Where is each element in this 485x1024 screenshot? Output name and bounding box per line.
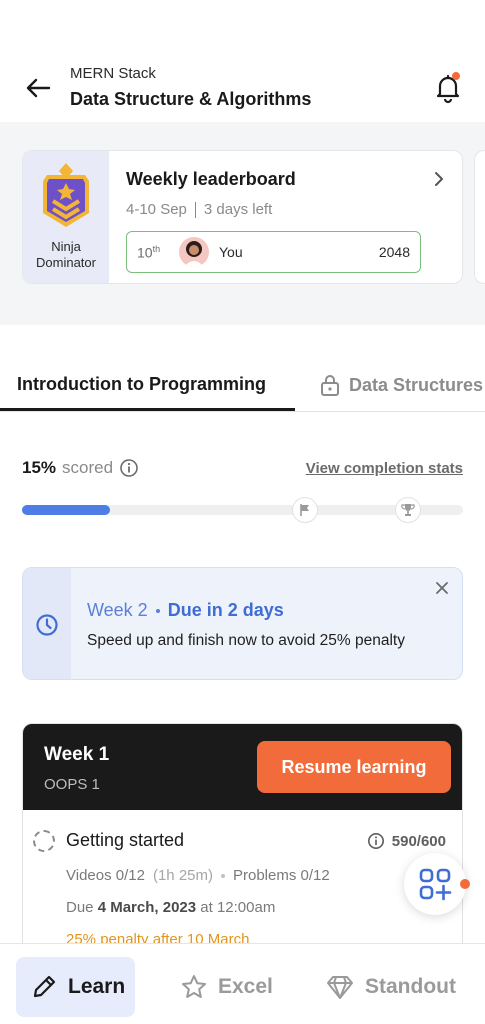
resume-learning-button[interactable]: Resume learning [257, 741, 451, 793]
week-card: Week 1 OOPS 1 Resume learning Getting st… [22, 723, 463, 963]
avatar [179, 237, 209, 267]
user-name: You [219, 244, 243, 260]
module-status-icon [33, 830, 55, 852]
arrow-left-icon [26, 78, 51, 98]
milestone-trophy [395, 497, 421, 523]
rank-number: 10 [137, 244, 153, 261]
module-title[interactable]: Getting started [66, 830, 184, 851]
trophy-icon [401, 504, 415, 516]
grid-add-icon [419, 868, 452, 901]
notice-heading: Week 2 Due in 2 days [87, 600, 284, 621]
tab-introduction-to-programming[interactable]: Introduction to Programming [17, 374, 266, 395]
bottom-navigation: Learn Excel Standout [0, 943, 485, 1024]
notifications-button[interactable] [432, 72, 464, 104]
star-icon [182, 975, 206, 998]
notification-dot [452, 72, 460, 80]
due-date: 4 March, 2023 [97, 899, 197, 916]
user-rank: 10th [137, 244, 160, 261]
nav-standout-label: Standout [365, 975, 456, 998]
badge-label: Ninja Dominator [36, 239, 96, 270]
module-tabs: Introduction to Programming Data Structu… [0, 360, 485, 412]
close-icon[interactable] [434, 580, 450, 596]
page-title: Data Structure & Algorithms [70, 89, 312, 109]
counts-separator [221, 873, 225, 878]
user-score: 2048 [378, 244, 410, 260]
videos-count: Videos 0/12 [66, 867, 145, 884]
week-subtitle: OOPS 1 [44, 776, 100, 793]
lock-icon [321, 375, 339, 396]
active-tab-indicator [0, 408, 295, 411]
rank-badge: Ninja Dominator [23, 151, 109, 283]
nav-learn-label: Learn [68, 975, 126, 998]
notice-message: Speed up and finish now to avoid 25% pen… [87, 632, 405, 649]
top-header: MERN Stack Data Structure & Algorithms [0, 0, 485, 122]
next-card-peek[interactable] [474, 150, 485, 284]
progress-fill [22, 505, 111, 515]
user-rank-row: 10th You 2048 [126, 231, 421, 273]
due-suffix: at 12:00am [200, 899, 276, 916]
score-label: scored [62, 458, 114, 477]
info-icon[interactable] [367, 832, 385, 850]
notice-due: Due in 2 days [167, 600, 284, 620]
chevron-right-icon[interactable] [431, 171, 447, 187]
progress-bar [22, 497, 463, 523]
clock-icon [36, 613, 58, 636]
module-counts: Videos 0/12 (1h 25m) Problems 0/12 [66, 867, 330, 884]
tab-label: Data Structures [349, 374, 484, 395]
nav-standout[interactable]: Standout [325, 957, 456, 1017]
videos-duration: (1h 25m) [152, 867, 213, 884]
points-value: 590/600 [391, 832, 446, 850]
meta-divider [194, 201, 196, 218]
nav-learn[interactable]: Learn [16, 957, 135, 1017]
notice-icon-panel [23, 568, 71, 679]
leaderboard-meta: 4-10 Sep 3 days left [126, 201, 272, 218]
week-header: Week 1 OOPS 1 Resume learning [23, 724, 462, 810]
leaderboard-section: Ninja Dominator Weekly leaderboard 4-10 … [0, 122, 485, 325]
flag-icon [300, 504, 309, 516]
due-notice: Week 2 Due in 2 days Speed up and finish… [22, 567, 463, 680]
fab-notification-dot [460, 879, 470, 889]
milestone-flag [292, 497, 318, 523]
nav-excel-label: Excel [218, 975, 273, 998]
info-icon[interactable] [119, 458, 139, 478]
due-prefix: Due [66, 899, 94, 916]
tab-data-structures[interactable]: Data Structures [320, 374, 483, 396]
rank-suffix: th [152, 244, 161, 254]
module-due: Due 4 March, 2023 at 12:00am [66, 899, 275, 916]
back-button[interactable] [22, 72, 54, 104]
date-range: 4-10 Sep [126, 201, 187, 218]
ninja-badge-icon [43, 163, 89, 227]
diamond-icon [327, 976, 353, 999]
pencil-icon [33, 975, 56, 998]
nav-excel[interactable]: Excel [180, 957, 273, 1017]
problems-count: Problems 0/12 [233, 867, 330, 884]
week-title: Week 1 [44, 744, 110, 765]
leaderboard-card[interactable]: Ninja Dominator Weekly leaderboard 4-10 … [22, 150, 463, 284]
score-percent: 15% [22, 458, 57, 477]
time-left: 3 days left [203, 201, 273, 218]
view-completion-stats-link[interactable]: View completion stats [306, 460, 463, 477]
leaderboard-title: Weekly leaderboard [126, 169, 296, 189]
course-subtitle: MERN Stack [70, 65, 156, 82]
apps-fab-button[interactable] [404, 853, 470, 915]
notice-week: Week 2 [87, 600, 148, 620]
app-screen: MERN Stack Data Structure & Algorithms N… [0, 0, 485, 1024]
notice-separator [155, 608, 160, 613]
score-summary: 15% scored [22, 458, 139, 478]
person-avatar-icon [184, 241, 204, 267]
module-points: 590/600 [367, 832, 446, 850]
